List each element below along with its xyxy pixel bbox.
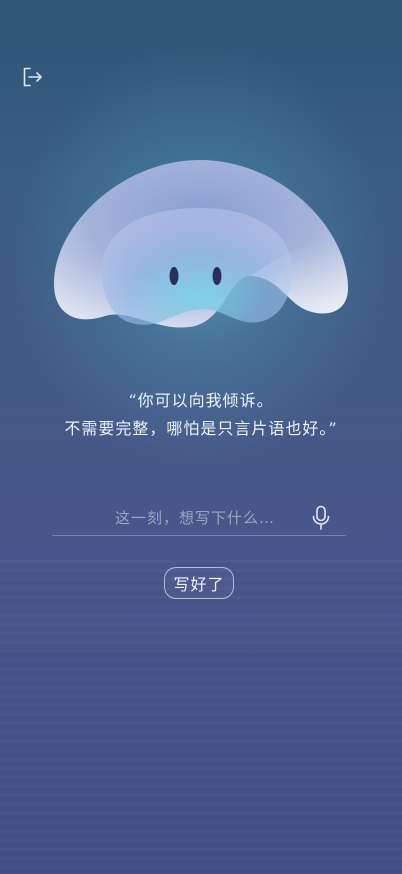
jellyfish-inner — [102, 208, 292, 325]
prompt-line-1: “你可以向我倾诉。 — [128, 391, 274, 410]
jellyfish-right-eye — [212, 267, 222, 285]
journal-input-row — [52, 503, 346, 536]
journal-input[interactable] — [52, 503, 320, 533]
jellyfish-mascot — [53, 160, 349, 328]
water-surface — [0, 560, 402, 874]
exit-button[interactable] — [18, 63, 46, 91]
logout-icon — [23, 67, 42, 87]
done-button[interactable]: 写好了 — [164, 567, 234, 599]
prompt-line-2: 不需要完整，哪怕是只言片语也好。” — [64, 419, 338, 438]
voice-input-button[interactable] — [308, 504, 334, 532]
jellyfish-left-eye — [169, 267, 179, 285]
microphone-icon — [312, 505, 330, 530]
